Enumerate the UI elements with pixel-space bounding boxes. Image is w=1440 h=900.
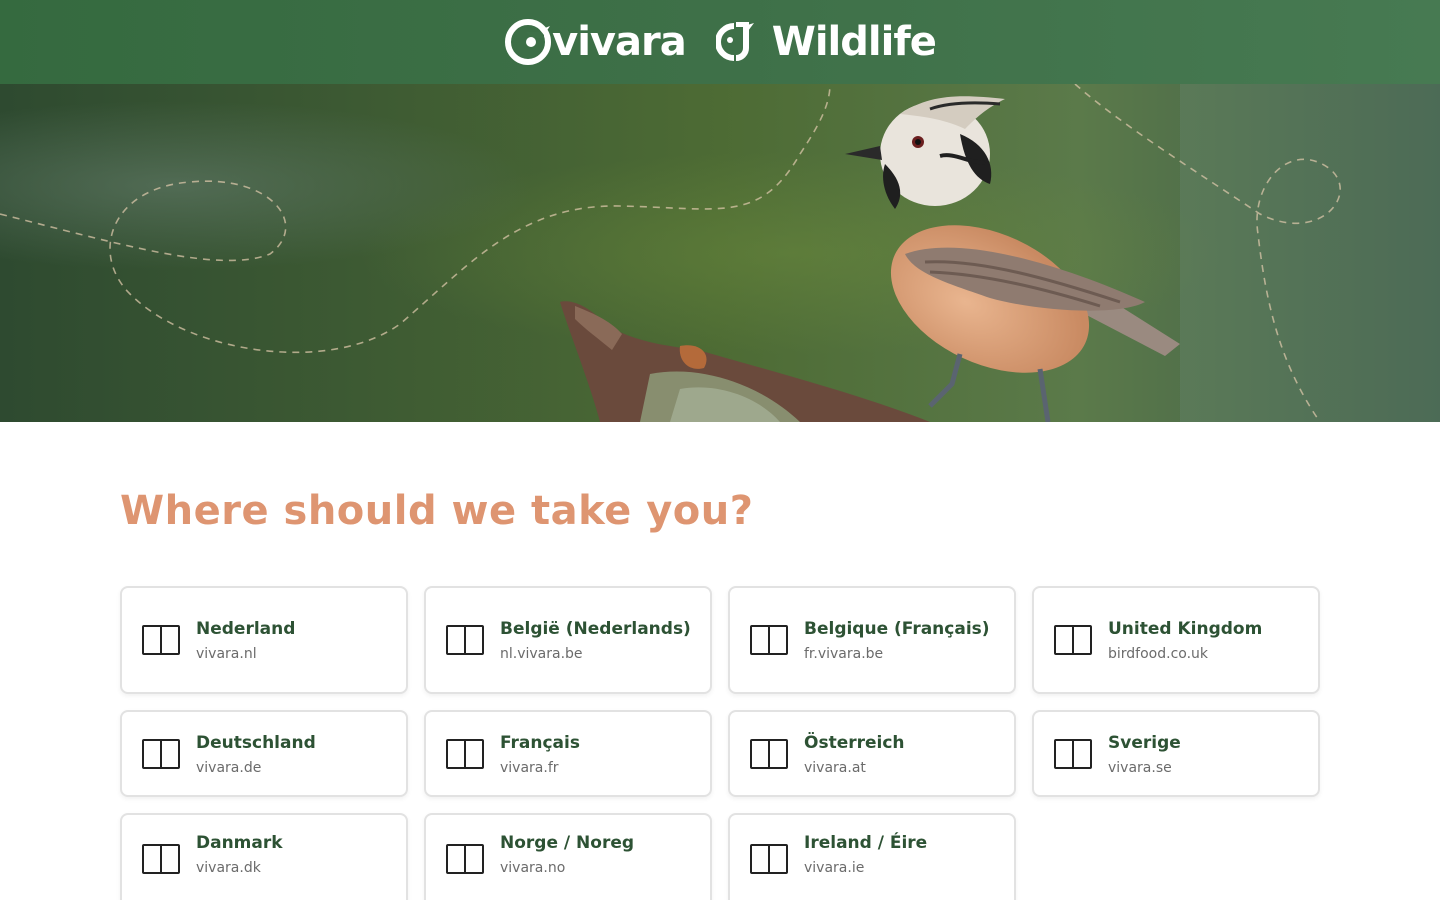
country-url: nl.vivara.be <box>500 646 583 662</box>
country-url: vivara.dk <box>196 860 261 876</box>
country-card-deutschland[interactable]: Deutschland vivara.de <box>120 710 408 797</box>
ie-flag-icon <box>750 844 788 874</box>
country-url: vivara.nl <box>196 646 257 662</box>
country-name: Nederland <box>196 619 296 639</box>
country-url: vivara.no <box>500 860 566 876</box>
country-card-belgique-fr[interactable]: Belgique (Français) fr.vivara.be <box>728 586 1016 694</box>
fr-flag-icon <box>446 738 484 769</box>
country-card-united-kingdom[interactable]: United Kingdom birdfood.co.uk <box>1032 586 1320 694</box>
country-name: Danmark <box>196 833 283 853</box>
gb-flag-icon <box>1054 625 1092 655</box>
be-flag-icon <box>750 625 788 655</box>
crested-tit-illustration <box>0 84 1440 422</box>
country-name: Ireland / Éire <box>804 833 928 853</box>
country-name: Norge / Noreg <box>500 833 635 853</box>
top-header: vivara Wildlife <box>0 0 1440 84</box>
vivara-logo[interactable]: vivara <box>504 18 687 66</box>
hero-banner <box>0 84 1440 422</box>
country-name: United Kingdom <box>1108 619 1263 639</box>
country-card-ireland[interactable]: Ireland / Éire vivara.ie <box>728 813 1016 900</box>
cj-bird-icon <box>715 22 754 61</box>
country-url: vivara.fr <box>500 759 559 776</box>
country-card-sverige[interactable]: Sverige vivara.se <box>1032 710 1320 797</box>
country-url: fr.vivara.be <box>804 646 884 662</box>
country-grid: Nederland vivara.nl België (Nederlands) nl… <box>120 586 1320 900</box>
country-card-osterreich[interactable]: Österreich vivara.at <box>728 710 1016 797</box>
at-flag-icon <box>750 738 788 769</box>
country-url: birdfood.co.uk <box>1108 646 1209 662</box>
country-name: Sverige <box>1108 732 1181 753</box>
vivara-bird-icon <box>505 19 552 65</box>
country-name: Österreich <box>804 732 905 753</box>
country-url: vivara.ie <box>804 860 865 876</box>
country-card-norge[interactable]: Norge / Noreg vivara.no <box>424 813 712 900</box>
country-name: België (Nederlands) <box>500 619 691 639</box>
dk-flag-icon <box>142 844 180 874</box>
no-flag-icon <box>446 844 484 874</box>
wildlife-wordmark: Wildlife <box>771 19 937 65</box>
country-url: vivara.at <box>804 759 866 776</box>
country-name: Français <box>500 732 580 753</box>
country-name: Belgique (Français) <box>804 619 990 639</box>
be-flag-icon <box>446 625 484 655</box>
de-flag-icon <box>142 738 180 769</box>
country-url: vivara.se <box>1108 759 1172 776</box>
country-card-nederland[interactable]: Nederland vivara.nl <box>120 586 408 694</box>
country-card-francais[interactable]: Français vivara.fr <box>424 710 712 797</box>
country-name: Deutschland <box>196 732 316 753</box>
cj-wildlife-logo[interactable]: Wildlife <box>715 19 937 65</box>
country-card-danmark[interactable]: Danmark vivara.dk <box>120 813 408 900</box>
se-flag-icon <box>1054 738 1092 769</box>
country-url: vivara.de <box>196 759 262 776</box>
vivara-wordmark: vivara <box>552 19 687 65</box>
nl-flag-icon <box>142 625 180 655</box>
country-card-belgie-nl[interactable]: België (Nederlands) nl.vivara.be <box>424 586 712 694</box>
page-title: Where should we take you? <box>120 488 754 534</box>
